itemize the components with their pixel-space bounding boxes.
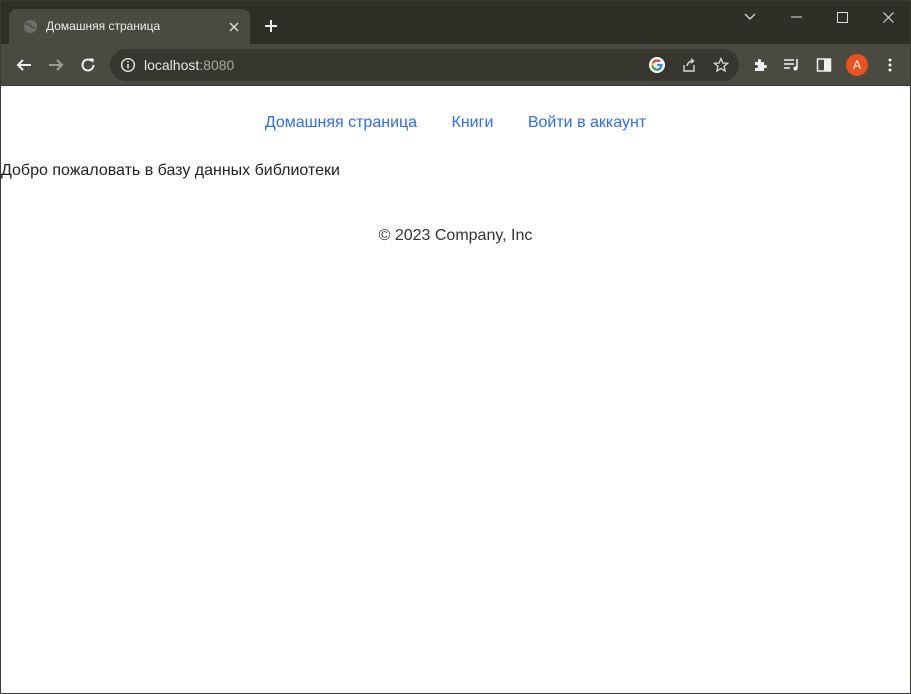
close-window-button[interactable] xyxy=(865,1,911,33)
nav-link-home[interactable]: Домашняя страница xyxy=(265,114,417,132)
page-content: Домашняя страница Книги Войти в аккаунт … xyxy=(1,87,910,693)
address-bar[interactable]: localhost:8080 xyxy=(110,49,739,81)
bookmark-star-icon[interactable] xyxy=(712,56,730,74)
kebab-menu-icon[interactable] xyxy=(877,52,903,78)
extensions-icon[interactable] xyxy=(747,52,773,78)
profile-avatar[interactable]: A xyxy=(846,54,868,76)
browser-window: Домашняя страница localhost:8080 A Домаш… xyxy=(0,0,911,694)
media-controls-icon[interactable] xyxy=(779,52,805,78)
new-tab-button[interactable] xyxy=(260,15,282,37)
browser-toolbar: localhost:8080 A xyxy=(1,44,910,86)
browser-tab[interactable]: Домашняя страница xyxy=(9,9,250,44)
footer-copyright: © 2023 Company, Inc xyxy=(378,227,533,244)
back-button[interactable] xyxy=(11,52,37,78)
globe-icon xyxy=(23,19,38,34)
google-lens-icon[interactable] xyxy=(648,56,666,74)
minimize-button[interactable] xyxy=(773,1,819,33)
forward-button[interactable] xyxy=(43,52,69,78)
info-icon[interactable] xyxy=(120,57,136,73)
share-icon[interactable] xyxy=(680,56,698,74)
reload-button[interactable] xyxy=(75,52,101,78)
nav-link-login[interactable]: Войти в аккаунт xyxy=(528,114,646,132)
maximize-button[interactable] xyxy=(819,1,865,33)
nav-link-books[interactable]: Книги xyxy=(452,114,494,132)
tab-strip: Домашняя страница xyxy=(1,1,910,44)
side-panel-icon[interactable] xyxy=(811,52,837,78)
top-nav: Домашняя страница Книги Войти в аккаунт xyxy=(1,114,910,132)
close-tab-icon[interactable] xyxy=(225,18,243,36)
tab-title: Домашняя страница xyxy=(46,19,161,33)
url-text[interactable]: localhost:8080 xyxy=(144,57,234,73)
tab-search-icon[interactable] xyxy=(727,1,773,33)
welcome-text: Добро пожаловать в базу данных библиотек… xyxy=(1,162,340,179)
